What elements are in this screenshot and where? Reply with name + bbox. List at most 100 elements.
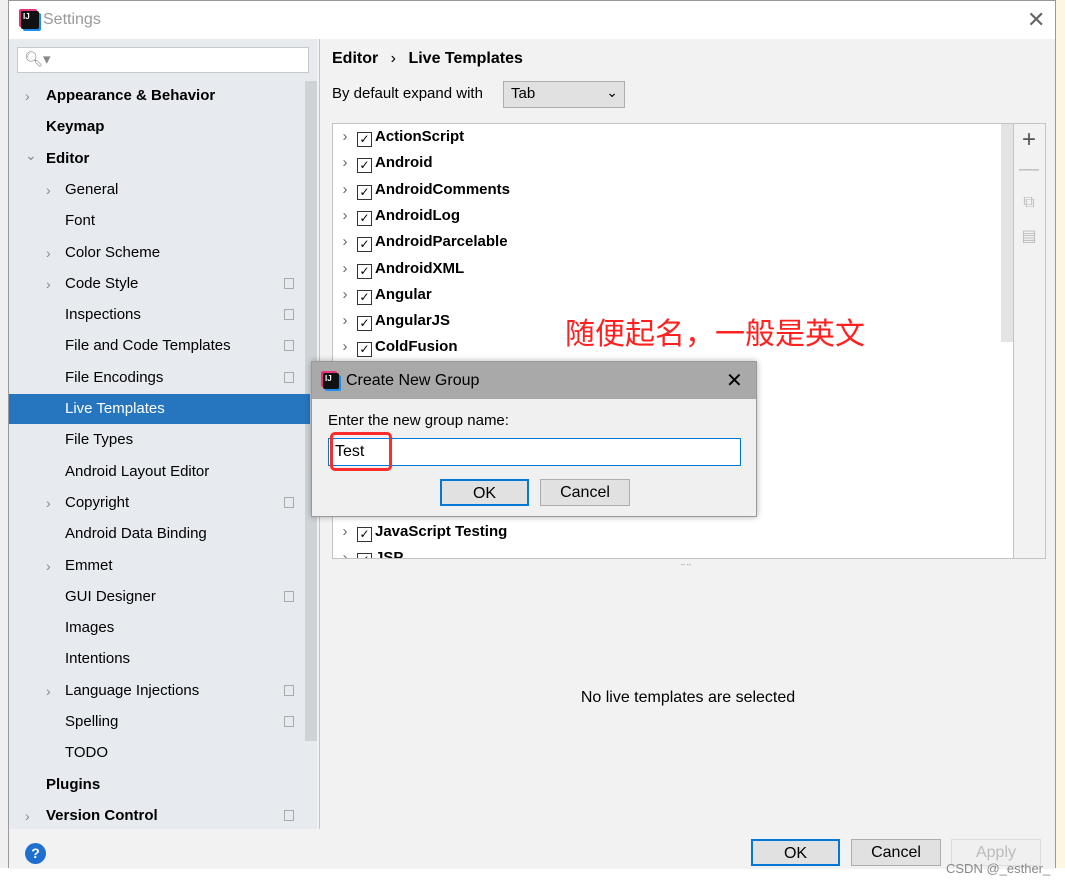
sidebar-item-label: Android Layout Editor (65, 462, 210, 480)
chevron-right-icon[interactable]: › (46, 238, 51, 268)
breadcrumb-editor[interactable]: Editor (332, 50, 378, 67)
create-new-group-dialog: IJ Create New Group ✕ Enter the new grou… (311, 361, 757, 517)
chevron-right-icon[interactable]: › (333, 203, 357, 229)
template-group-row[interactable]: › ✓ AndroidXML (333, 256, 464, 282)
list-scrollbar[interactable] (1001, 124, 1013, 342)
dialog-cancel-button[interactable]: Cancel (540, 479, 630, 506)
chevron-down-icon[interactable]: ⌄ (25, 140, 37, 170)
sidebar-item-label: Color Scheme (65, 243, 161, 261)
dialog-ok-button[interactable]: OK (440, 479, 529, 506)
sidebar-item-file-and-code-templates[interactable]: File and Code Templates (9, 331, 305, 361)
group-checkbox[interactable]: ✓ (357, 526, 372, 542)
template-group-row[interactable]: › ✓ AngularJS (333, 308, 450, 334)
splitter-handle[interactable]: ⠒⠒ (680, 561, 692, 570)
project-settings-icon (284, 684, 294, 696)
chevron-right-icon[interactable]: › (333, 150, 357, 176)
template-group-name: AndroidLog (375, 206, 460, 224)
project-settings-icon (284, 590, 294, 602)
chevron-right-icon[interactable]: › (333, 282, 357, 308)
chevron-right-icon[interactable]: › (25, 801, 30, 831)
sidebar-item-font[interactable]: Font (9, 206, 305, 236)
template-group-row[interactable]: › ✓ Android (333, 150, 433, 176)
chevron-right-icon[interactable]: › (333, 545, 357, 558)
group-checkbox[interactable]: ✓ (357, 342, 372, 358)
search-input[interactable]: 🔍︎▾ (17, 47, 309, 73)
group-checkbox[interactable]: ✓ (357, 316, 372, 332)
group-checkbox[interactable]: ✓ (357, 132, 372, 147)
group-checkbox[interactable]: ✓ (357, 184, 372, 200)
ok-button[interactable]: OK (751, 839, 840, 866)
chevron-right-icon[interactable]: › (333, 334, 357, 360)
group-checkbox[interactable]: ✓ (357, 210, 372, 226)
group-checkbox[interactable]: ✓ (357, 289, 372, 305)
cancel-button[interactable]: Cancel (851, 839, 941, 866)
sidebar-item-editor[interactable]: ⌄ Editor (9, 144, 305, 174)
copy-icon[interactable]: ⧉ (1014, 194, 1044, 212)
chevron-right-icon[interactable]: › (46, 551, 51, 581)
template-group-name: Angular (375, 285, 432, 303)
sidebar-item-code-style[interactable]: › Code Style (9, 269, 305, 299)
sidebar-item-label: Appearance & Behavior (46, 87, 216, 104)
sidebar-item-emmet[interactable]: › Emmet (9, 551, 305, 581)
chevron-right-icon[interactable]: › (46, 175, 51, 205)
remove-icon[interactable]: — (1014, 158, 1044, 181)
sidebar-item-images[interactable]: Images (9, 613, 305, 643)
chevron-right-icon[interactable]: › (46, 488, 51, 518)
chevron-right-icon[interactable]: › (46, 676, 51, 706)
template-group-row[interactable]: ›✓JSP (333, 545, 403, 558)
sidebar-item-keymap[interactable]: Keymap (9, 112, 305, 142)
sidebar-item-file-types[interactable]: File Types (9, 425, 305, 455)
chevron-right-icon[interactable]: › (333, 308, 357, 334)
sidebar-item-color-scheme[interactable]: › Color Scheme (9, 238, 305, 268)
sidebar-item-android-data-binding[interactable]: Android Data Binding (9, 519, 305, 549)
group-checkbox[interactable]: ✓ (357, 263, 372, 279)
dialog-title: Create New Group (346, 372, 480, 389)
sidebar-item-general[interactable]: › General (9, 175, 305, 205)
sidebar-item-intentions[interactable]: Intentions (9, 644, 305, 674)
chevron-right-icon[interactable]: › (333, 124, 357, 150)
chevron-right-icon[interactable]: › (333, 519, 357, 545)
sidebar-item-todo[interactable]: TODO (9, 738, 305, 768)
template-group-row[interactable]: › ✓ ActionScript (333, 124, 464, 150)
sidebar-item-label: Inspections (65, 306, 141, 324)
sidebar-item-android-layout-editor[interactable]: Android Layout Editor (9, 457, 305, 487)
group-checkbox[interactable]: ✓ (357, 552, 372, 558)
group-checkbox[interactable]: ✓ (357, 158, 372, 174)
sidebar-item-label: General (65, 180, 119, 198)
sidebar-item-plugins[interactable]: Plugins (9, 770, 305, 800)
chevron-right-icon[interactable]: › (333, 177, 357, 203)
template-group-row[interactable]: › ✓ JavaScript Testing (333, 519, 507, 545)
sidebar-item-file-encodings[interactable]: File Encodings (9, 363, 305, 393)
restore-icon[interactable]: ▤ (1014, 226, 1044, 246)
help-button[interactable]: ? (25, 843, 46, 864)
sidebar-item-live-templates[interactable]: Live Templates (9, 394, 310, 424)
sidebar-item-label: File Encodings (65, 368, 164, 386)
template-group-name: AndroidComments (375, 180, 510, 198)
window-title: Settings (43, 11, 101, 28)
template-group-row[interactable]: › ✓ ColdFusion (333, 334, 458, 360)
template-group-row[interactable]: › ✓ AndroidParcelable (333, 229, 508, 255)
sidebar-item-inspections[interactable]: Inspections (9, 300, 305, 330)
chevron-right-icon[interactable]: › (25, 81, 30, 111)
settings-sidebar: 🔍︎▾ › Appearance & Behavior Keymap ⌄ Editor ›… (9, 39, 317, 829)
dialog-close-icon[interactable]: ✕ (726, 368, 743, 393)
expand-with-select[interactable]: Tab ⌄ (503, 81, 625, 108)
sidebar-item-copyright[interactable]: › Copyright (9, 488, 305, 518)
close-icon[interactable]: ✕ (1027, 7, 1045, 33)
sidebar-item-version-control[interactable]: › Version Control (9, 801, 305, 831)
chevron-right-icon[interactable]: › (46, 269, 51, 299)
sidebar-item-spelling[interactable]: Spelling (9, 707, 305, 737)
template-group-row[interactable]: › ✓ AndroidLog (333, 203, 460, 229)
template-group-name: JavaScript Testing (375, 522, 508, 540)
sidebar-item-label: Intentions (65, 650, 131, 668)
template-group-row[interactable]: › ✓ AndroidComments (333, 177, 510, 203)
add-icon[interactable]: + (1014, 126, 1044, 154)
project-settings-icon (284, 496, 294, 508)
chevron-right-icon[interactable]: › (333, 229, 357, 255)
template-group-row[interactable]: › ✓ Angular (333, 282, 432, 308)
chevron-right-icon[interactable]: › (333, 256, 357, 282)
sidebar-item-appearance-behavior[interactable]: › Appearance & Behavior (9, 81, 305, 111)
sidebar-item-language-injections[interactable]: › Language Injections (9, 676, 305, 706)
sidebar-item-gui-designer[interactable]: GUI Designer (9, 582, 305, 612)
group-checkbox[interactable]: ✓ (357, 237, 372, 253)
